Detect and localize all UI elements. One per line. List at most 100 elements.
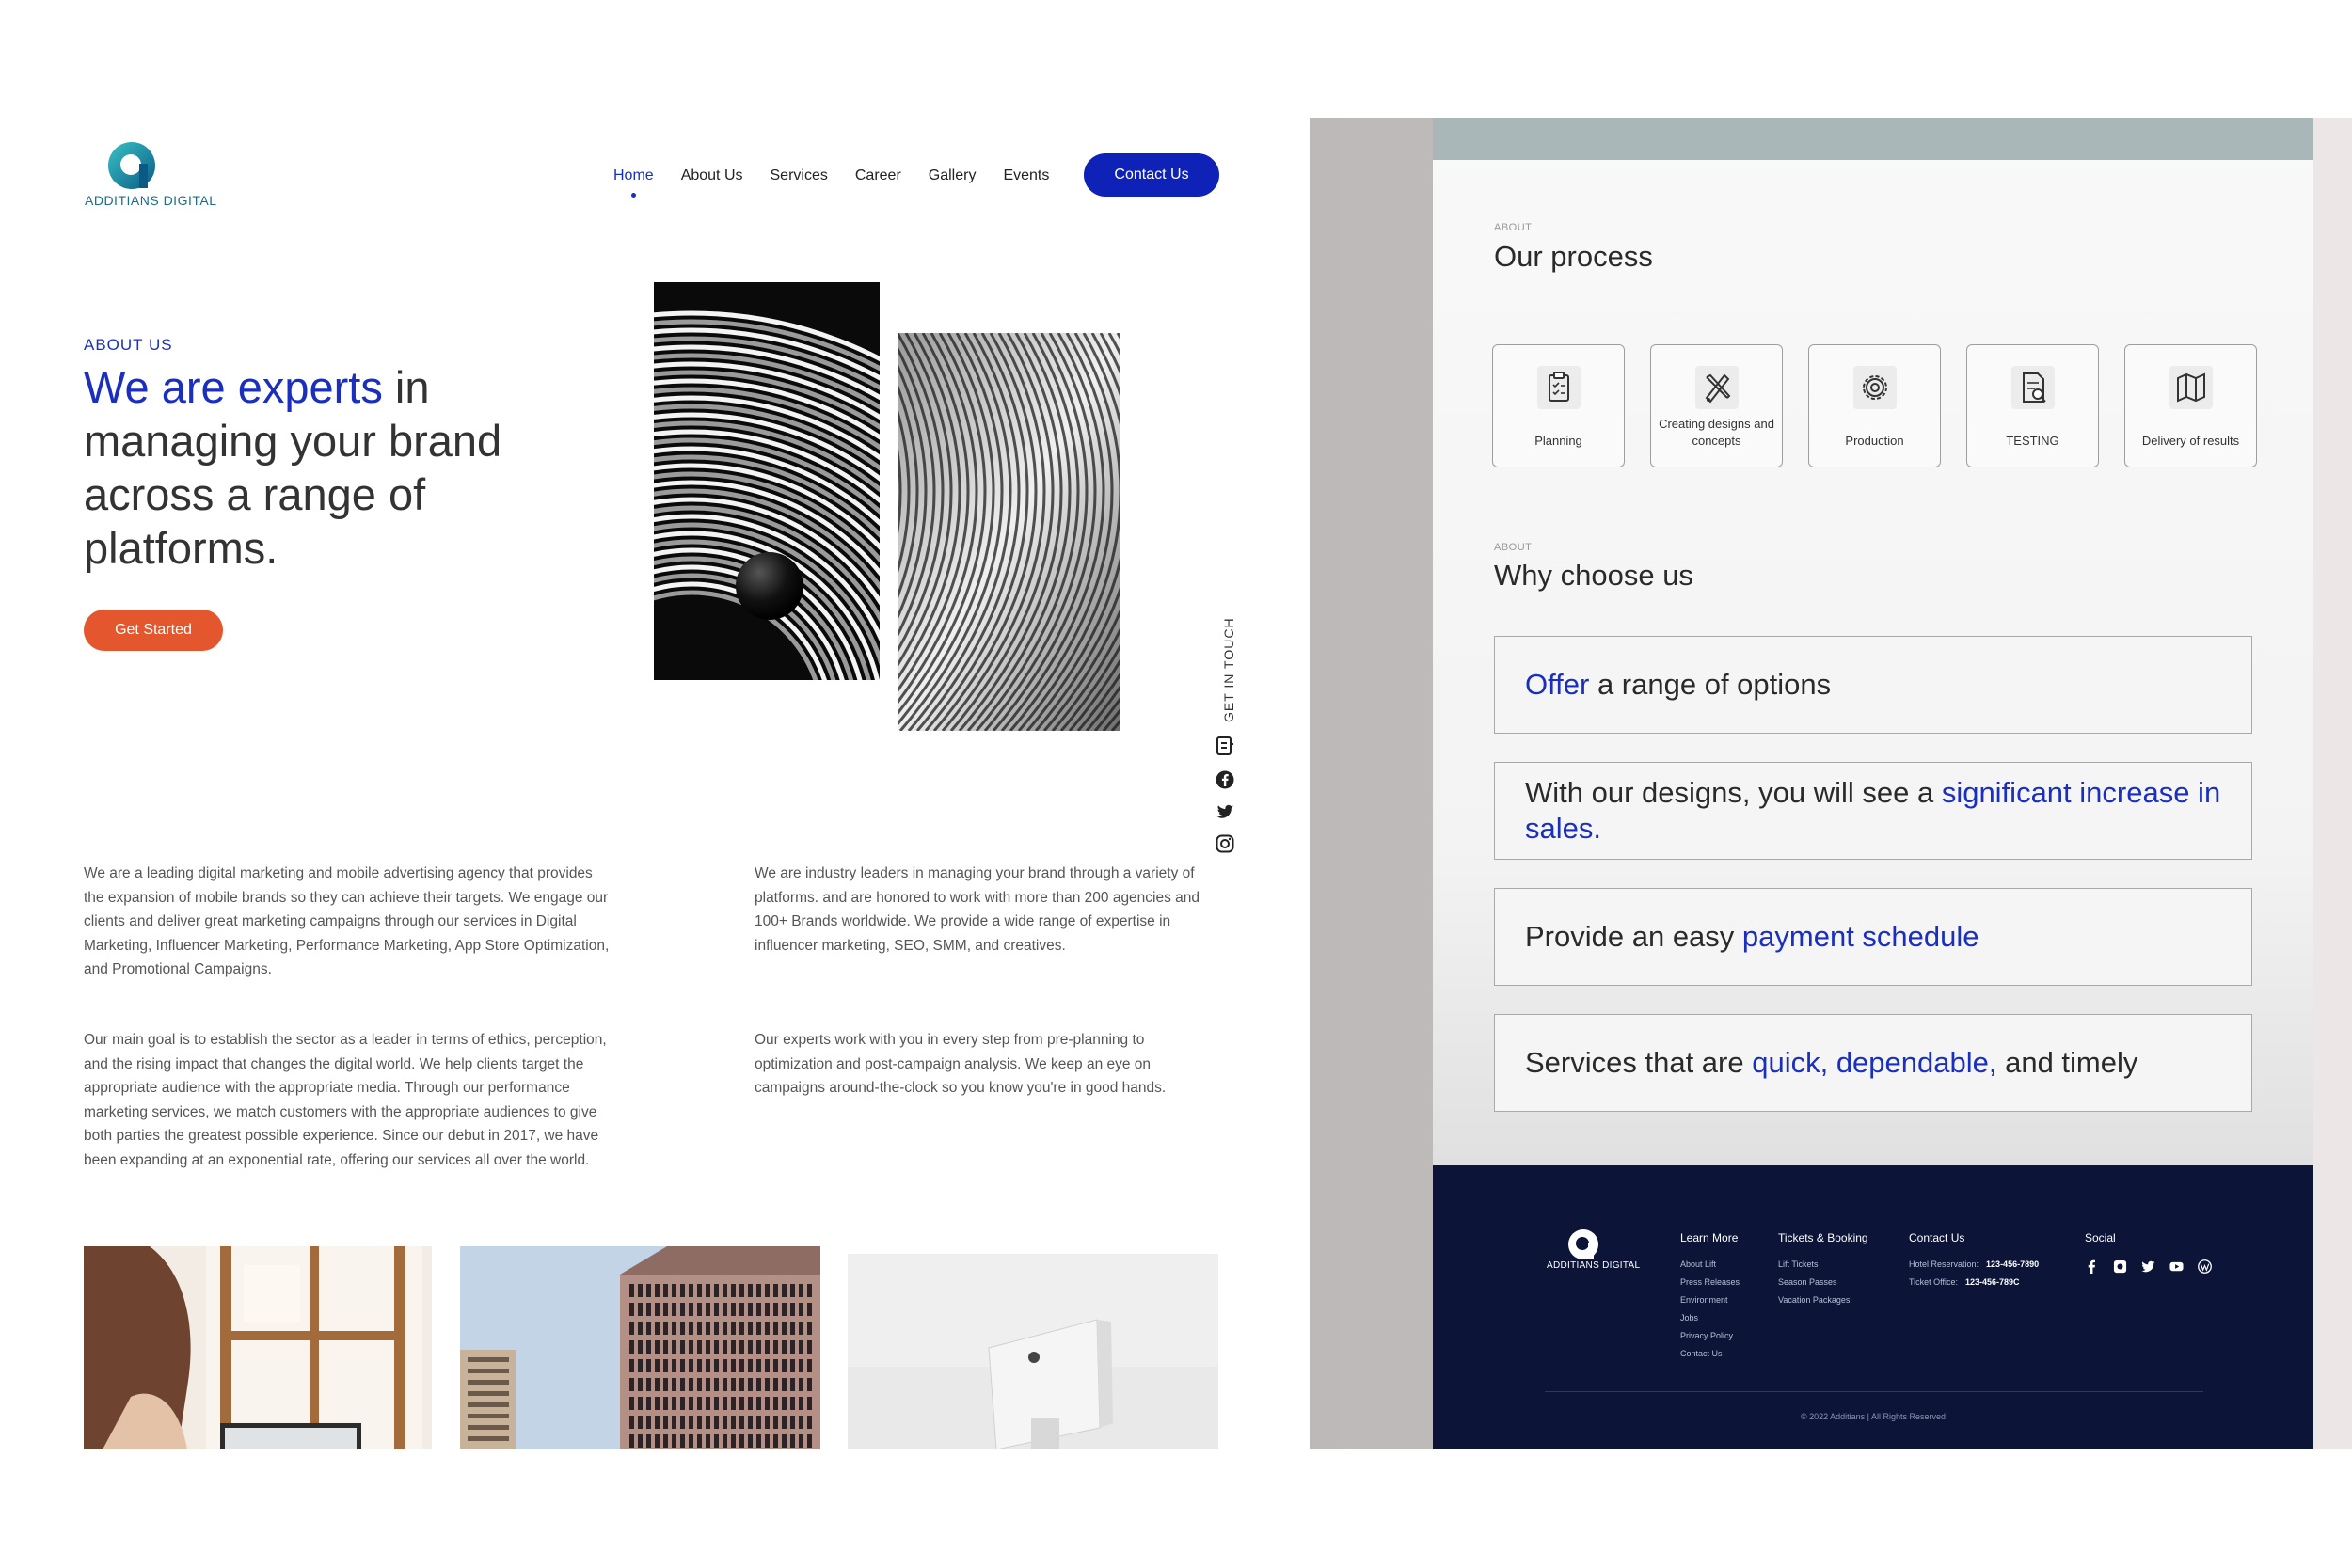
about-paragraph-1: We are a leading digital marketing and m… [84, 865, 610, 977]
process-step-label: Delivery of results [2141, 434, 2240, 448]
why-item-text: Provide an easy payment schedule [1525, 919, 2221, 955]
hero-heading: We are experts in managing your brand ac… [84, 360, 611, 575]
panel-edge [2313, 118, 2352, 1449]
why-text-lead: With our designs, you will see a [1525, 776, 1942, 809]
why-item-options[interactable]: Offer a range of options [1494, 636, 2252, 734]
footer-link[interactable]: Season Passes [1778, 1277, 1872, 1287]
nav-services[interactable]: Services [771, 167, 828, 184]
facebook-icon[interactable] [1215, 769, 1235, 790]
site-footer: ADDITIANS DIGITAL Learn More About Lift … [1433, 1165, 2313, 1449]
contact-card-icon[interactable] [1215, 736, 1235, 756]
screenshot-canvas: ADDITIANS DIGITAL Home About Us Services… [0, 0, 2352, 1568]
why-text-highlight: Offer [1525, 668, 1590, 701]
test-document-icon [2010, 366, 2055, 409]
why-text-lead: Services that are [1525, 1046, 1753, 1079]
get-started-button[interactable]: Get Started [84, 610, 223, 651]
why-item-services[interactable]: Services that are quick, dependable, and… [1494, 1014, 2252, 1112]
header-band [1433, 118, 2313, 160]
about-us-eyebrow: ABOUT US [84, 336, 173, 354]
ticket-office-number[interactable]: 123-456-789C [1965, 1277, 2020, 1287]
contact-us-button[interactable]: Contact Us [1084, 153, 1219, 197]
instagram-icon[interactable] [2113, 1259, 2127, 1274]
hotel-reservation-label: Hotel Reservation: [1909, 1259, 1979, 1269]
footer-contact: Contact Us Hotel Reservation: 123-456-789… [1909, 1231, 2039, 1295]
footer-link[interactable]: Press Releases [1680, 1277, 1740, 1287]
twitter-icon[interactable] [1215, 801, 1235, 822]
footer-heading: Tickets & Booking [1778, 1231, 1868, 1244]
nav-gallery[interactable]: Gallery [929, 167, 977, 184]
map-icon [2169, 366, 2213, 409]
process-step-delivery[interactable]: Delivery of results [2124, 344, 2257, 467]
gear-icon [1852, 366, 1897, 409]
footer-social: Social [2085, 1231, 2212, 1274]
why-text-highlight: payment schedule [1741, 920, 1979, 953]
nav-events[interactable]: Events [1003, 167, 1049, 184]
footer-logo-wordmark: ADDITIANS DIGITAL [1547, 1260, 1641, 1271]
footer-link[interactable]: Environment [1680, 1295, 1740, 1305]
why-text-lead: Provide an easy [1525, 920, 1742, 953]
nav-career[interactable]: Career [855, 167, 901, 184]
ticket-office-label: Ticket Office: [1909, 1277, 1959, 1287]
abstract-artwork-lines [898, 333, 1120, 731]
process-step-planning[interactable]: Planning [1492, 344, 1625, 467]
brand-logo[interactable]: ADDITIANS DIGITAL [85, 141, 235, 216]
abstract-artwork-sphere [654, 282, 880, 680]
logo-wordmark: ADDITIANS DIGITAL [85, 193, 217, 208]
process-step-designs[interactable]: Creating designs and concepts [1650, 344, 1783, 467]
footer-link[interactable]: Vacation Packages [1778, 1295, 1872, 1305]
why-item-text: With our designs, you will see a signifi… [1525, 775, 2221, 847]
process-page-panel: ABOUT Our process Planning Creating desi… [1310, 118, 2352, 1449]
nav-about-us[interactable]: About Us [681, 167, 743, 184]
instagram-icon[interactable] [1215, 833, 1235, 854]
twitter-icon[interactable] [2141, 1259, 2155, 1274]
hotel-reservation-line: Hotel Reservation: 123-456-7890 [1909, 1259, 2039, 1269]
clipboard-icon [1536, 366, 1581, 409]
footer-link[interactable]: About Lift [1680, 1259, 1740, 1269]
logo-mark-icon [108, 142, 155, 189]
process-step-testing[interactable]: TESTING [1966, 344, 2099, 467]
footer-logo-mark-icon [1568, 1229, 1598, 1259]
process-step-label: Production [1845, 434, 1904, 448]
footer-learn-more: Learn More About Lift Press Releases Env… [1680, 1231, 1740, 1367]
footer-heading: Learn More [1680, 1231, 1739, 1244]
wordpress-icon[interactable] [2198, 1259, 2212, 1274]
footer-heading: Social [2085, 1231, 2116, 1244]
footer-link[interactable]: Lift Tickets [1778, 1259, 1872, 1269]
footer-tickets: Tickets & Booking Lift Tickets Season Pa… [1778, 1231, 1872, 1313]
youtube-icon[interactable] [2169, 1259, 2184, 1274]
hotel-reservation-number[interactable]: 123-456-7890 [1986, 1259, 2039, 1269]
process-step-label: Creating designs and concepts [1659, 417, 1774, 448]
photo-skyscrapers-graphic [460, 1246, 820, 1449]
footer-link[interactable]: Privacy Policy [1680, 1331, 1740, 1340]
get-in-touch-sidebar: GET IN TOUCH [1215, 560, 1237, 853]
photo-imac [848, 1254, 1218, 1449]
why-text-tail: and timely [1996, 1046, 2138, 1079]
process-step-production[interactable]: Production [1808, 344, 1941, 467]
why-item-text: Offer a range of options [1525, 667, 2221, 703]
photo-skyscrapers [460, 1246, 820, 1449]
nav-home[interactable]: Home [613, 167, 654, 198]
get-in-touch-label: GET IN TOUCH [1221, 617, 1236, 722]
main-navigation: Home About Us Services Career Gallery Ev… [613, 153, 1076, 198]
why-text-tail: a range of options [1589, 668, 1832, 701]
design-tools-icon [1694, 366, 1739, 409]
why-item-text: Services that are quick, dependable, and… [1525, 1045, 2221, 1081]
facebook-icon[interactable] [2085, 1259, 2099, 1274]
footer-heading: Contact Us [1909, 1231, 1965, 1244]
footer-copyright: © 2022 Additians | All Rights Reserved [1800, 1412, 1947, 1421]
why-item-payment[interactable]: Provide an easy payment schedule [1494, 888, 2252, 986]
footer-link[interactable]: Jobs [1680, 1313, 1740, 1323]
why-choose-us-title: Why choose us [1494, 559, 1693, 592]
footer-link[interactable]: Contact Us [1680, 1349, 1740, 1358]
why-eyebrow: ABOUT [1494, 542, 1533, 553]
about-paragraph-3: Our main goal is to establish the sector… [84, 1032, 607, 1168]
photo-imac-graphic [848, 1254, 1218, 1449]
footer-logo[interactable]: ADDITIANS DIGITAL [1547, 1228, 1640, 1275]
footer-social-icons [2085, 1259, 2212, 1274]
why-item-sales[interactable]: With our designs, you will see a signifi… [1494, 762, 2252, 860]
footer-divider [1545, 1391, 2203, 1392]
photo-woman-laptop [84, 1246, 432, 1449]
abstract-lines-graphic [898, 333, 1120, 731]
hero-heading-accent: We are experts [84, 362, 383, 412]
why-text-highlight: quick, dependable, [1752, 1046, 1997, 1079]
